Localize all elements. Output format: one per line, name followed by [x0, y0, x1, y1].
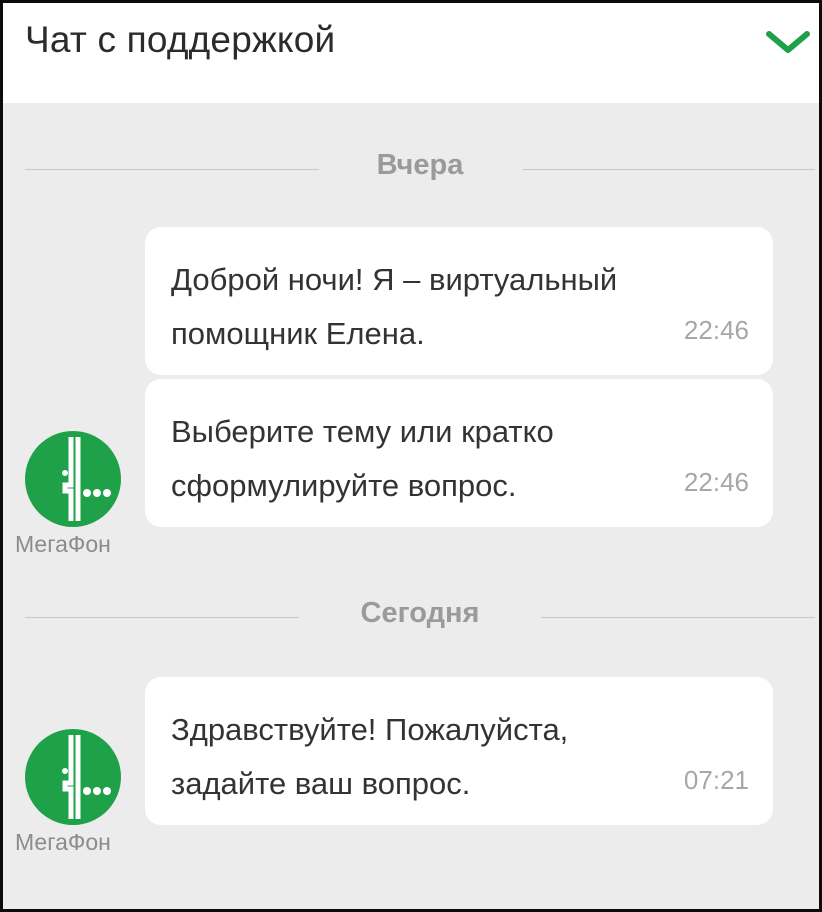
- message-text: Доброй ночи! Я – виртуальный помощник Ел…: [171, 253, 731, 361]
- message-bubble[interactable]: Выберите тему или кратко сформулируйте в…: [145, 379, 773, 527]
- sender-name: МегаФон: [15, 829, 111, 855]
- megafon-logo-icon: [25, 729, 121, 825]
- message-time: 22:46: [683, 467, 749, 497]
- divider-line-right: [523, 169, 815, 170]
- app-frame: Чат с поддержкой Вчера Доброй ночи! Я – …: [0, 0, 822, 912]
- message-text-line: Выберите тему или кратко: [171, 414, 554, 449]
- message-text-line: сформулируйте вопрос.: [171, 468, 517, 503]
- message-time: 22:46: [683, 315, 749, 345]
- message-text-line: помощник Елена.: [171, 316, 425, 351]
- divider-line-right: [541, 617, 815, 618]
- message-time: 07:21: [683, 765, 749, 795]
- message-text: Здравствуйте! Пожалуйста, задайте ваш во…: [171, 703, 731, 811]
- message-text-line: Доброй ночи! Я – виртуальный: [171, 262, 618, 297]
- chat-header: Чат с поддержкой: [3, 3, 819, 103]
- message-bubble[interactable]: Доброй ночи! Я – виртуальный помощник Ел…: [145, 227, 773, 375]
- chat-message-list[interactable]: Вчера Доброй ночи! Я – виртуальный помощ…: [3, 103, 819, 909]
- message-bubble[interactable]: Здравствуйте! Пожалуйста, задайте ваш во…: [145, 677, 773, 825]
- date-divider: Сегодня: [25, 597, 815, 637]
- chevron-down-icon[interactable]: [765, 29, 811, 55]
- date-divider-label: Сегодня: [360, 597, 480, 629]
- message-text-line: задайте ваш вопрос.: [171, 766, 471, 801]
- page-title: Чат с поддержкой: [25, 19, 336, 60]
- megafon-logo-icon: [25, 431, 121, 527]
- date-divider: Вчера: [25, 149, 815, 189]
- date-divider-label: Вчера: [376, 149, 464, 181]
- message-text-line: Здравствуйте! Пожалуйста,: [171, 712, 569, 747]
- message-text: Выберите тему или кратко сформулируйте в…: [171, 405, 731, 513]
- sender-name: МегаФон: [15, 531, 111, 557]
